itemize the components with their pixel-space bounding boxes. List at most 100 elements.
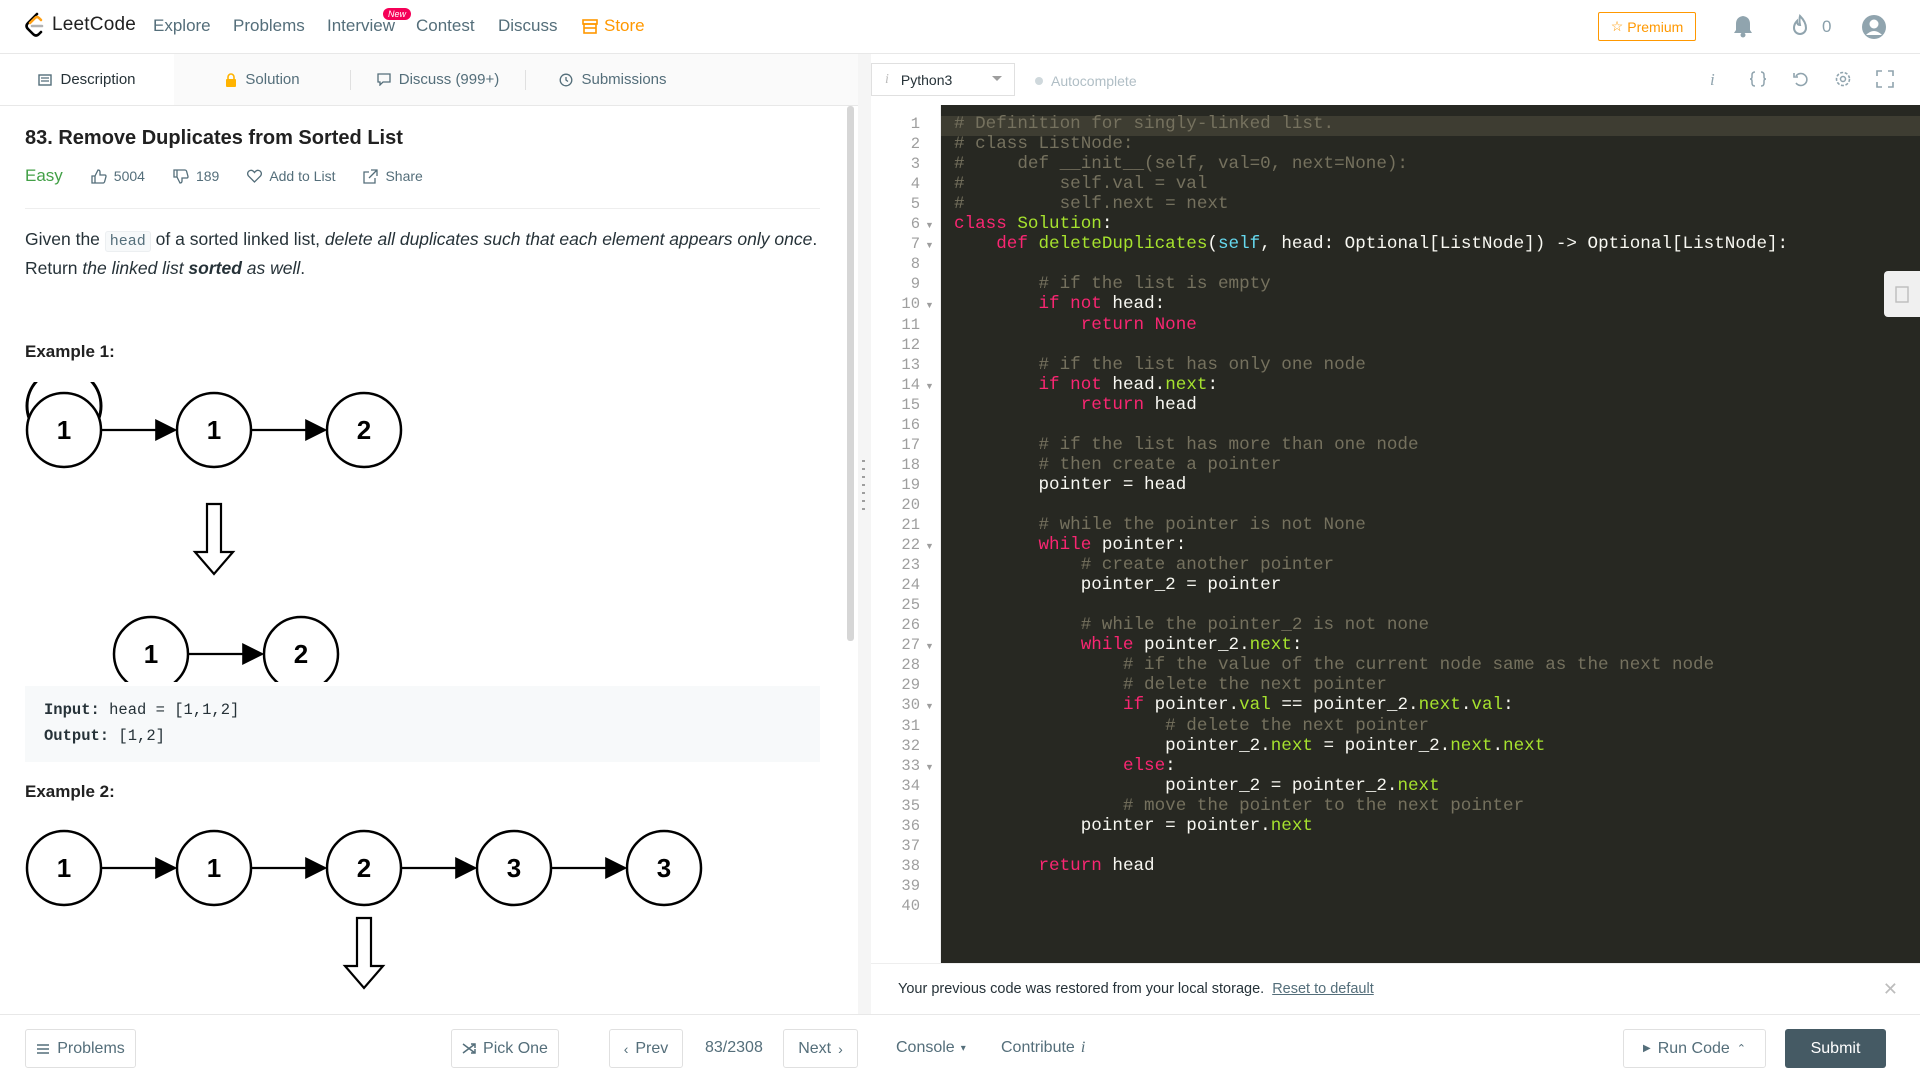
code-line[interactable]: if pointer.val == pointer_2.next.val: bbox=[954, 695, 1514, 715]
braces-icon[interactable] bbox=[1749, 70, 1767, 88]
code-line[interactable]: # self.next = next bbox=[954, 194, 1229, 214]
avatar-icon[interactable] bbox=[1861, 14, 1887, 40]
code-editor[interactable]: 1 2 3 4 5 6 ▼ 7 ▼ 8 9 10 ▼ 11 12 13 14 ▼ 15 16 17 18 19 20 21 22 ▼… bbox=[871, 105, 1920, 963]
nav-contest[interactable]: Contest bbox=[416, 16, 475, 36]
fire-icon bbox=[1792, 14, 1808, 35]
code-line[interactable]: # def __init__(self, val=0, next=None): bbox=[954, 154, 1408, 174]
submit-button[interactable]: Submit bbox=[1785, 1029, 1886, 1068]
line-number: 35 bbox=[901, 796, 920, 815]
gear-icon[interactable] bbox=[1834, 70, 1852, 88]
reset-icon[interactable] bbox=[1792, 70, 1810, 88]
statement-emphasis: as well bbox=[241, 258, 301, 278]
nav-discuss[interactable]: Discuss bbox=[498, 16, 558, 36]
thumbs-up-icon bbox=[91, 168, 107, 184]
language-select[interactable]: i Python3 bbox=[871, 63, 1015, 96]
note-icon bbox=[1895, 286, 1909, 303]
code-line[interactable]: while pointer_2.next: bbox=[954, 635, 1303, 655]
difficulty-badge: Easy bbox=[25, 166, 63, 185]
code-line[interactable]: class Solution: bbox=[954, 214, 1112, 234]
nav-store[interactable]: Store bbox=[582, 16, 645, 36]
tab-discuss[interactable]: Discuss (999+) bbox=[351, 54, 525, 105]
add-to-list-label: Add to List bbox=[269, 168, 336, 184]
code-line[interactable]: # class ListNode: bbox=[954, 134, 1134, 154]
code-line[interactable]: # if the value of the current node same … bbox=[954, 655, 1714, 675]
code-line[interactable]: # if the list has more than one node bbox=[954, 435, 1418, 455]
autocomplete-toggle[interactable]: Autocomplete bbox=[1035, 73, 1137, 89]
fold-toggle-icon[interactable]: ▼ bbox=[925, 220, 934, 230]
code-line[interactable]: # move the pointer to the next pointer bbox=[954, 796, 1524, 816]
language-value: Python3 bbox=[900, 71, 953, 88]
side-panel-tab[interactable] bbox=[1884, 271, 1920, 317]
node-label: 1 bbox=[144, 639, 158, 669]
line-gutter: 1 2 3 4 5 6 ▼ 7 ▼ 8 9 10 ▼ 11 12 13 14 ▼ 15 16 17 18 19 20 21 22 ▼… bbox=[871, 105, 941, 963]
info-icon[interactable]: i bbox=[1710, 70, 1715, 90]
restore-notice: Your previous code was restored from you… bbox=[871, 963, 1920, 1015]
example-2-diagram: 1 1 2 3 3 bbox=[25, 829, 703, 990]
next-button[interactable]: Next › bbox=[783, 1029, 858, 1068]
code-line[interactable]: # if the list has only one node bbox=[954, 355, 1365, 375]
fold-toggle-icon[interactable]: ▼ bbox=[925, 541, 934, 551]
fold-toggle-icon[interactable]: ▼ bbox=[925, 641, 934, 651]
pane-divider[interactable] bbox=[858, 54, 871, 1014]
bottom-bar: Problems Pick One ‹ Prev 83/2308 Next › … bbox=[0, 1014, 1920, 1081]
tab-submissions[interactable]: Submissions bbox=[526, 54, 700, 105]
tab-solution[interactable]: Solution bbox=[175, 54, 350, 105]
code-line[interactable]: def deleteDuplicates(self, head: Optiona… bbox=[954, 234, 1788, 254]
input-value: head = [1,1,2] bbox=[99, 701, 240, 719]
code-line[interactable]: if not head: bbox=[954, 294, 1165, 314]
code-line[interactable]: # if the list is empty bbox=[954, 274, 1270, 294]
premium-button[interactable]: ☆ Premium bbox=[1598, 12, 1696, 41]
add-to-list-button[interactable]: Add to List bbox=[247, 168, 335, 184]
contribute-button[interactable]: Contribute i bbox=[1001, 1039, 1085, 1057]
code-line[interactable]: else: bbox=[954, 756, 1176, 776]
fullscreen-icon[interactable] bbox=[1876, 70, 1894, 88]
description-scrollbar[interactable] bbox=[847, 106, 854, 641]
nav-explore[interactable]: Explore bbox=[153, 16, 211, 36]
close-icon[interactable]: ✕ bbox=[1883, 979, 1898, 1000]
code-line[interactable]: # delete the next pointer bbox=[954, 716, 1429, 736]
output-value: [1,2] bbox=[109, 727, 165, 745]
line-number: 21 bbox=[901, 516, 920, 534]
dislike-button[interactable]: 189 bbox=[173, 168, 219, 184]
fold-toggle-icon[interactable]: ▼ bbox=[925, 762, 934, 772]
share-button[interactable]: Share bbox=[363, 168, 423, 184]
code-line[interactable]: return head bbox=[954, 395, 1197, 415]
code-line[interactable]: # while the pointer_2 is not none bbox=[954, 615, 1429, 635]
prev-button[interactable]: ‹ Prev bbox=[609, 1029, 683, 1068]
code-line[interactable]: pointer_2.next = pointer_2.next.next bbox=[954, 736, 1545, 756]
fold-toggle-icon[interactable]: ▼ bbox=[925, 381, 934, 391]
leetcode-logo-icon bbox=[25, 12, 44, 37]
tab-description[interactable]: Description bbox=[0, 54, 174, 105]
console-button[interactable]: Console ▾ bbox=[896, 1039, 966, 1057]
problems-button[interactable]: Problems bbox=[25, 1029, 136, 1068]
code-line[interactable]: return None bbox=[954, 315, 1197, 335]
code-line[interactable]: pointer_2 = pointer bbox=[954, 575, 1282, 595]
code-line[interactable]: # while the pointer is not None bbox=[954, 515, 1365, 535]
run-code-button[interactable]: ▶ Run Code ⌃ bbox=[1623, 1029, 1766, 1068]
resize-handle[interactable] bbox=[862, 460, 865, 516]
reset-to-default-link[interactable]: Reset to default bbox=[1272, 981, 1374, 997]
code-line[interactable]: return head bbox=[954, 856, 1154, 876]
code-line[interactable]: # delete the next pointer bbox=[954, 675, 1387, 695]
fold-toggle-icon[interactable]: ▼ bbox=[925, 701, 934, 711]
code-line[interactable]: pointer = pointer.next bbox=[954, 816, 1313, 836]
code-line[interactable]: pointer_2 = pointer_2.next bbox=[954, 776, 1440, 796]
like-count: 5004 bbox=[113, 168, 145, 184]
code-line[interactable]: pointer = head bbox=[954, 475, 1186, 495]
logo[interactable]: LeetCode bbox=[24, 12, 136, 38]
nav-problems[interactable]: Problems bbox=[233, 16, 305, 36]
bell-icon[interactable] bbox=[1732, 14, 1754, 38]
fold-toggle-icon[interactable]: ▼ bbox=[925, 300, 934, 310]
code-line[interactable]: if not head.next: bbox=[954, 375, 1218, 395]
like-button[interactable]: 5004 bbox=[91, 168, 145, 184]
pick-one-button[interactable]: Pick One bbox=[451, 1029, 559, 1068]
code-line[interactable]: # create another pointer bbox=[954, 555, 1334, 575]
code-line[interactable]: while pointer: bbox=[954, 535, 1186, 555]
code-line[interactable]: # self.val = val bbox=[954, 174, 1207, 194]
code-line[interactable]: # Definition for singly-linked list. bbox=[954, 114, 1334, 134]
code-line[interactable]: # then create a pointer bbox=[954, 455, 1281, 475]
statement-emphasis: the linked list bbox=[82, 258, 189, 278]
shuffle-icon bbox=[462, 1043, 476, 1054]
line-number: 8 bbox=[910, 255, 920, 274]
fold-toggle-icon[interactable]: ▼ bbox=[925, 240, 934, 250]
